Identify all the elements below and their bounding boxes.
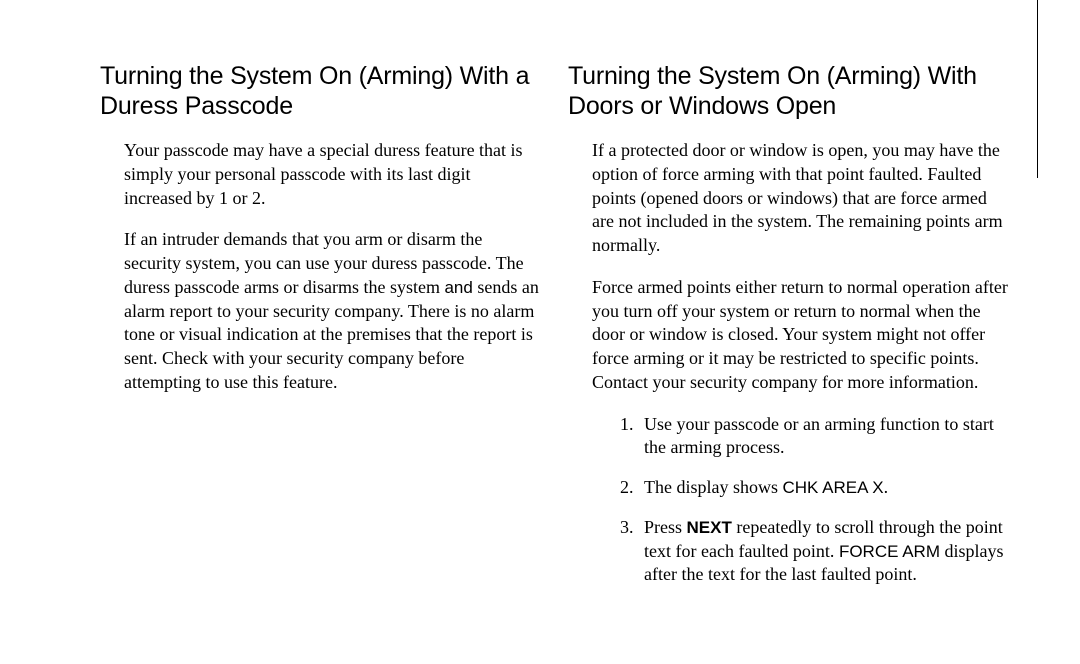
duress-paragraph-2: If an intruder demands that you arm or d… [124, 228, 540, 394]
force-arm-paragraph-2: Force armed points either return to norm… [592, 276, 1008, 395]
step-1-text: Use your passcode or an arming function … [644, 414, 994, 458]
right-body: If a protected door or window is open, y… [568, 139, 1008, 587]
force-arm-paragraph-1: If a protected door or window is open, y… [592, 139, 1008, 258]
left-column: Turning the System On (Arming) With a Du… [100, 62, 540, 603]
document-page: Turning the System On (Arming) With a Du… [0, 0, 1080, 664]
step-1: Use your passcode or an arming function … [638, 413, 1008, 461]
step-3-text-a: Press [644, 517, 687, 537]
section-title-duress: Turning the System On (Arming) With a Du… [100, 62, 540, 121]
duress-paragraph-1: Your passcode may have a special duress … [124, 139, 540, 210]
button-label-next: NEXT [687, 518, 732, 537]
step-2: The display shows CHK AREA X. [638, 476, 1008, 500]
section-title-force-arm: Turning the System On (Arming) With Door… [568, 62, 1008, 121]
step-2-text-a: The display shows [644, 477, 783, 497]
vertical-divider [1037, 0, 1038, 178]
display-text-force-arm: FORCE ARM [839, 542, 940, 561]
step-2-text-b: . [884, 477, 889, 497]
two-column-layout: Turning the System On (Arming) With a Du… [100, 62, 1040, 603]
right-column: Turning the System On (Arming) With Door… [568, 62, 1008, 603]
left-body: Your passcode may have a special duress … [100, 139, 540, 395]
steps-list: Use your passcode or an arming function … [592, 413, 1008, 588]
inline-sans-and: and [444, 278, 472, 297]
display-text-chk-area: CHK AREA X [783, 478, 884, 497]
step-3: Press NEXT repeatedly to scroll through … [638, 516, 1008, 587]
